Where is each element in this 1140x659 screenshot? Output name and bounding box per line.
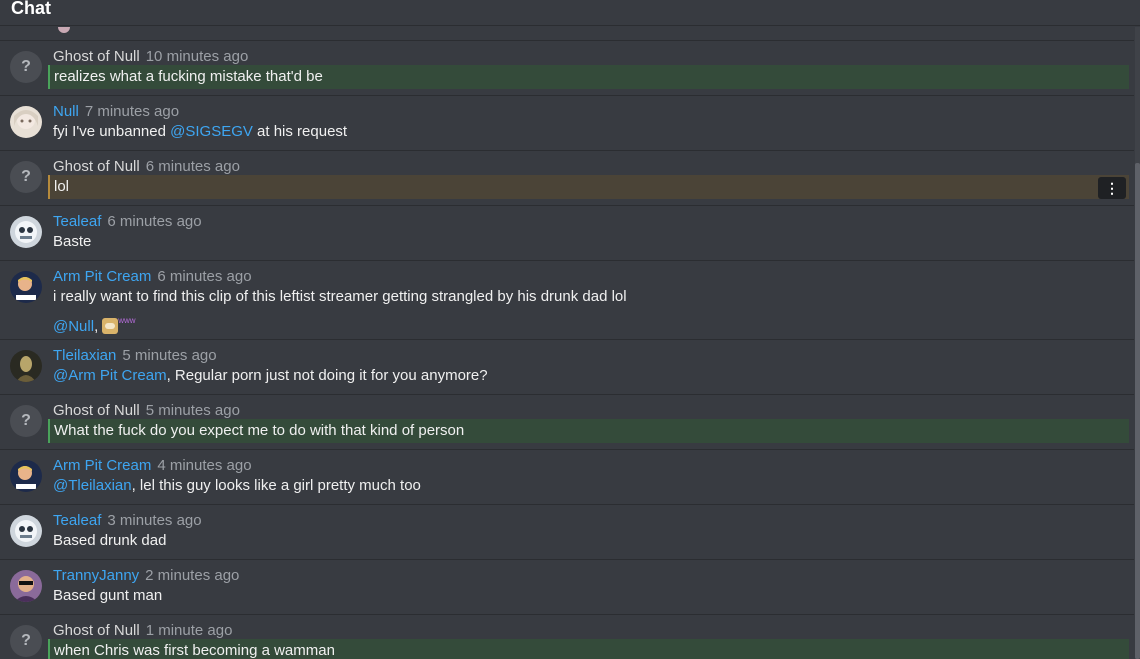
message-menu-button[interactable]: ⋮ — [1098, 177, 1126, 199]
dark-figure-avatar[interactable] — [10, 350, 42, 382]
message-timestamp: 10 minutes ago — [145, 48, 249, 65]
message-author[interactable]: Tleilaxian — [53, 347, 116, 364]
question-avatar[interactable]: ? — [10, 51, 42, 83]
sunglasses-avatar[interactable] — [10, 570, 42, 602]
message-author[interactable]: Ghost of Null — [53, 622, 140, 639]
message-author[interactable]: Null — [53, 103, 79, 120]
message-timestamp: 5 minutes ago — [145, 402, 240, 419]
message-author[interactable]: Tealeaf — [53, 213, 101, 230]
chat-message: ? Ghost of Null 10 minutes ago realizes w… — [0, 41, 1134, 96]
kebab-menu-icon: ⋮ — [1105, 179, 1119, 196]
chat-message: Null 7 minutes ago fyi I've unbanned @SIG… — [0, 96, 1134, 151]
user-mention[interactable]: @Null — [53, 318, 94, 335]
portrait-icon — [10, 271, 42, 303]
chat-message: Arm Pit Cream 6 minutes ago i really want… — [0, 261, 1134, 340]
message-meta: Arm Pit Cream 4 minutes ago — [53, 457, 252, 474]
message-text: fyi I've unbanned @SIGSEGV at his reques… — [53, 123, 348, 140]
message-meta: Arm Pit Cream 6 minutes ago — [53, 268, 252, 285]
anime-girl-icon — [10, 106, 42, 138]
robot-avatar[interactable] — [10, 515, 42, 547]
message-meta: TrannyJanny 2 minutes ago — [53, 567, 239, 584]
message-timestamp: 1 minute ago — [145, 622, 233, 639]
message-text: @Tleilaxian, lel this guy looks like a g… — [53, 477, 421, 494]
chat-message: ? Ghost of Null 5 minutes ago What the fu… — [0, 395, 1134, 450]
chat-title: Chat — [11, 0, 51, 18]
robot-icon — [10, 515, 42, 547]
anime-avatar[interactable] — [10, 106, 42, 138]
daddy-avatar[interactable] — [10, 460, 42, 492]
message-author[interactable]: Tealeaf — [53, 512, 101, 529]
message-meta: Ghost of Null 10 minutes ago — [53, 48, 248, 65]
user-mention[interactable]: @SIGSEGV — [170, 123, 253, 140]
message-author[interactable]: Arm Pit Cream — [53, 268, 151, 285]
scrollbar-thumb[interactable] — [1135, 163, 1140, 659]
chat-message-list[interactable]: ? Ghost of Null 10 minutes ago realizes w… — [0, 27, 1134, 659]
message-meta: Ghost of Null 6 minutes ago — [53, 158, 240, 175]
chat-message: Tealeaf 3 minutes ago Based drunk dad — [0, 505, 1134, 560]
message-timestamp: 5 minutes ago — [122, 347, 217, 364]
message-text: @Arm Pit Cream, Regular porn just not do… — [53, 367, 488, 384]
chat-message: Arm Pit Cream 4 minutes ago @Tleilaxian, … — [0, 450, 1134, 505]
chat-message: ? Ghost of Null 1 minute ago when Chris w… — [0, 615, 1134, 659]
message-timestamp: 7 minutes ago — [84, 103, 180, 120]
message-meta: Tealeaf 6 minutes ago — [53, 213, 202, 230]
message-timestamp: 2 minutes ago — [145, 567, 240, 584]
message-timestamp: 4 minutes ago — [157, 457, 252, 474]
message-text: when Chris was first becoming a wamman — [48, 639, 1129, 659]
message-meta: Tleilaxian 5 minutes ago — [53, 347, 217, 364]
message-text: Based gunt man — [53, 587, 163, 604]
question-avatar[interactable]: ? — [10, 161, 42, 193]
message-text: lol — [48, 175, 1129, 199]
user-mention[interactable]: @Arm Pit Cream — [53, 367, 167, 384]
chat-message: ? Ghost of Null 6 minutes ago lol ⋮ — [0, 151, 1134, 206]
message-text: What the fuck do you expect me to do wit… — [48, 419, 1129, 443]
user-mention[interactable]: @Tleilaxian — [53, 477, 132, 494]
message-author[interactable]: Ghost of Null — [53, 402, 140, 419]
previous-message-fragment — [0, 27, 1134, 41]
message-text-line-2: @Null, www — [53, 316, 136, 335]
message-meta: Tealeaf 3 minutes ago — [53, 512, 202, 529]
chat-message: TrannyJanny 2 minutes ago Based gunt man — [0, 560, 1134, 615]
message-text: Based drunk dad — [53, 532, 167, 549]
message-author[interactable]: TrannyJanny — [53, 567, 139, 584]
message-text: Baste — [53, 233, 92, 250]
message-author[interactable]: Ghost of Null — [53, 158, 140, 175]
message-text: i really want to find this clip of this … — [53, 288, 627, 305]
message-meta: Ghost of Null 5 minutes ago — [53, 402, 240, 419]
question-avatar[interactable]: ? — [10, 405, 42, 437]
robot-icon — [10, 216, 42, 248]
daddy-avatar[interactable] — [10, 271, 42, 303]
message-author[interactable]: Ghost of Null — [53, 48, 140, 65]
message-timestamp: 6 minutes ago — [145, 158, 240, 175]
robot-avatar[interactable] — [10, 216, 42, 248]
chat-message: Tleilaxian 5 minutes ago @Arm Pit Cream, … — [0, 340, 1134, 395]
dark-figure-icon — [10, 350, 42, 382]
chat-message: Tealeaf 6 minutes ago Baste — [0, 206, 1134, 261]
question-avatar[interactable]: ? — [10, 625, 42, 657]
message-meta: Ghost of Null 1 minute ago — [53, 622, 232, 639]
message-meta: Null 7 minutes ago — [53, 103, 179, 120]
sunglasses-face-icon — [10, 570, 42, 602]
doge-emoji-icon — [102, 318, 119, 334]
message-author[interactable]: Arm Pit Cream — [53, 457, 151, 474]
message-timestamp: 6 minutes ago — [157, 268, 252, 285]
message-timestamp: 6 minutes ago — [107, 213, 202, 230]
portrait-icon — [10, 460, 42, 492]
emoji-icon — [58, 27, 70, 33]
message-timestamp: 3 minutes ago — [107, 512, 202, 529]
chat-header: Chat — [0, 0, 1140, 26]
message-text: realizes what a fucking mistake that'd b… — [48, 65, 1129, 89]
